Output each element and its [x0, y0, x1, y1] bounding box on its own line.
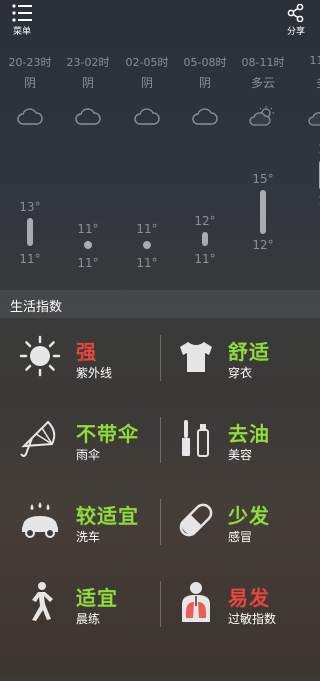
hourly-high: 15° [252, 172, 274, 186]
hourly-high: 11° [77, 222, 99, 236]
hourly-low: 11° [77, 256, 99, 270]
index-label: 穿衣 [228, 366, 253, 380]
index-label: 晨练 [76, 612, 101, 626]
index-value: 少发 [228, 504, 270, 528]
hourly-high: 11° [136, 222, 158, 236]
index-label: 美容 [228, 448, 253, 462]
hourly-column: 02-05时 阴 11° 11° [117, 44, 177, 284]
hourly-time: 02-05时 [125, 56, 169, 69]
index-beauty[interactable]: 去油 美容 [160, 400, 320, 480]
hourly-column: 20-23时 阴 13° 11° [0, 44, 60, 284]
hourly-high: 12° [194, 214, 216, 228]
temp-range-bar [143, 241, 151, 249]
cloud-icon [75, 108, 101, 125]
index-car-wash[interactable]: 较适宜 洗车 [0, 482, 160, 562]
index-label: 紫外线 [76, 366, 113, 380]
index-label: 过敏指数 [228, 612, 277, 626]
sun-icon [19, 335, 61, 377]
hourly-condition: 多云 [250, 76, 275, 90]
partly-cloudy-icon [308, 112, 320, 126]
hourly-high: 1 [292, 142, 320, 156]
bottom-bar [0, 674, 320, 681]
index-cold[interactable]: 少发 感冒 [160, 482, 320, 562]
index-clothing[interactable]: 舒适 穿衣 [160, 318, 320, 398]
index-value: 不带伞 [76, 422, 139, 446]
tshirt-icon [180, 342, 212, 372]
hourly-condition: 阴 [23, 76, 36, 90]
hourly-column: 05-08时 阴 12° 11° [175, 44, 235, 284]
share-label: 分享 [286, 27, 305, 37]
hourly-time: 20-23时 [8, 56, 52, 69]
hourly-condition: 阴 [81, 76, 94, 90]
hourly-forecast[interactable]: 20-23时 阴 13° 11° 23-02时 阴 11° 11° 02-05时… [0, 44, 320, 284]
share-icon [287, 4, 304, 22]
hourly-low: 11° [136, 256, 158, 270]
partly-cloudy-icon [249, 106, 274, 126]
hourly-low: 11° [19, 252, 41, 266]
temp-range-bar [84, 241, 92, 249]
hourly-column: 08-11时 多云 15° 12° [233, 44, 293, 284]
hourly-time: 05-08时 [183, 56, 227, 69]
temp-range-bar [202, 232, 208, 246]
hourly-condition: 阴 [198, 76, 211, 90]
index-value: 强 [76, 340, 97, 364]
index-allergy[interactable]: 易发 过敏指数 [160, 564, 320, 644]
index-uv[interactable]: 强 紫外线 [0, 318, 160, 398]
hourly-high: 13° [19, 200, 41, 214]
hourly-low: 12° [252, 238, 274, 252]
hourly-condition: 阴 [140, 76, 153, 90]
car-wash-icon [22, 502, 58, 538]
pill-icon [179, 503, 213, 537]
index-value: 舒适 [228, 340, 270, 364]
index-umbrella[interactable]: 不带伞 雨伞 [0, 400, 160, 480]
cloud-icon [17, 108, 43, 125]
menu-icon [12, 4, 32, 22]
temp-range-bar [260, 190, 266, 234]
hourly-condition: 多 [292, 74, 320, 91]
hourly-time: 23-02时 [66, 56, 110, 69]
life-index-header: 生活指数 [0, 290, 320, 318]
index-label: 洗车 [76, 530, 101, 544]
umbrella-icon [20, 420, 56, 457]
cloud-icon [134, 108, 160, 125]
index-label: 感冒 [228, 530, 253, 544]
index-label: 雨伞 [76, 448, 101, 462]
index-value: 去油 [228, 422, 270, 446]
hourly-column: 23-02时 阴 11° 11° [58, 44, 118, 284]
hourly-time: 11-1 [309, 54, 320, 67]
section-title: 生活指数 [10, 300, 63, 315]
temp-range-bar [27, 218, 33, 246]
menu-label: 菜单 [12, 27, 31, 37]
cosmetics-icon [182, 420, 209, 457]
lungs-icon [182, 582, 210, 622]
index-value: 易发 [228, 586, 270, 610]
cloud-icon [192, 108, 218, 125]
hourly-column: 11-1 多 1 1 [292, 44, 320, 284]
index-value: 适宜 [76, 586, 118, 610]
top-bar: 菜单 分享 [0, 0, 320, 44]
menu-button[interactable]: 菜单 [8, 4, 36, 40]
running-icon [32, 582, 53, 621]
share-button[interactable]: 分享 [282, 4, 310, 40]
hourly-low: 11° [194, 252, 216, 266]
index-value: 较适宜 [76, 504, 139, 528]
hourly-low: 1 [292, 194, 320, 208]
hourly-time: 08-11时 [241, 56, 285, 69]
life-index-grid: 强 紫外线 舒适 穿衣 不带伞 雨伞 去油 美容 较适宜 洗车 少发 感冒 适宜… [0, 318, 320, 638]
index-exercise[interactable]: 适宜 晨练 [0, 564, 160, 644]
